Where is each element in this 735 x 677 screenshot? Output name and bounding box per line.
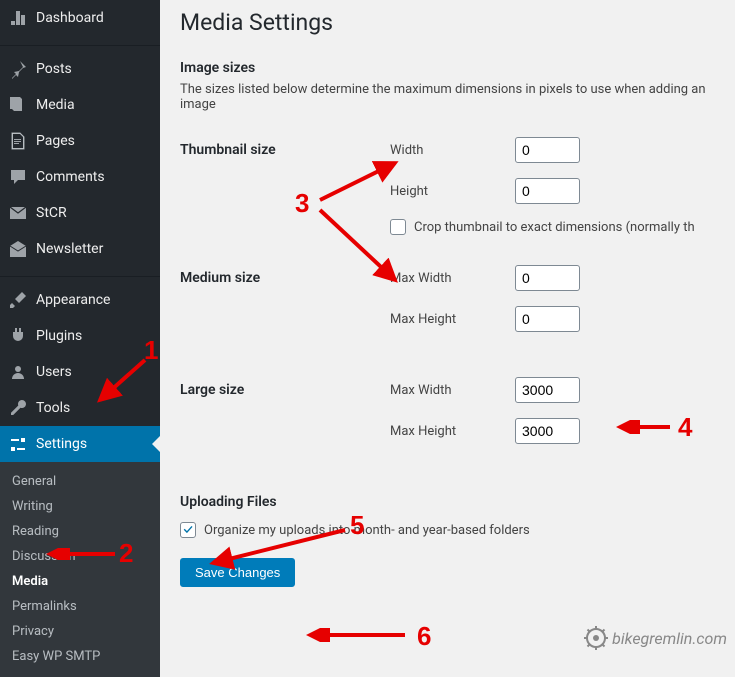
sidebar-item-posts[interactable]: Posts xyxy=(0,51,160,87)
users-icon xyxy=(8,362,28,382)
tools-icon xyxy=(8,398,28,418)
submenu-permalinks[interactable]: Permalinks xyxy=(0,594,160,619)
sidebar-item-label: Settings xyxy=(36,436,87,452)
organize-checkbox[interactable] xyxy=(180,522,196,538)
page-icon xyxy=(8,131,28,151)
sidebar-item-label: Plugins xyxy=(36,328,82,344)
large-maxh-label: Max Height xyxy=(390,424,515,439)
medium-maxw-label: Max Width xyxy=(390,271,515,286)
sidebar-item-label: Newsletter xyxy=(36,241,103,257)
plug-icon xyxy=(8,326,28,346)
medium-size-label: Medium size xyxy=(180,250,380,362)
settings-submenu: General Writing Reading Discussion Media… xyxy=(0,462,160,677)
image-sizes-desc: The sizes listed below determine the max… xyxy=(180,82,715,112)
submenu-privacy[interactable]: Privacy xyxy=(0,619,160,644)
dashboard-icon xyxy=(8,8,28,28)
thumbnail-height-input[interactable] xyxy=(515,178,580,204)
sidebar-item-users[interactable]: Users xyxy=(0,354,160,390)
sidebar-item-label: Appearance xyxy=(36,292,110,308)
sidebar-item-dashboard[interactable]: Dashboard xyxy=(0,0,160,36)
medium-maxw-input[interactable] xyxy=(515,265,580,291)
large-size-label: Large size xyxy=(180,362,380,474)
medium-maxh-label: Max Height xyxy=(390,312,515,327)
sidebar-item-label: Posts xyxy=(36,61,72,77)
submenu-discussion[interactable]: Discussion xyxy=(0,544,160,569)
sidebar-item-comments[interactable]: Comments xyxy=(0,159,160,195)
crop-checkbox-label: Crop thumbnail to exact dimensions (norm… xyxy=(414,220,695,235)
settings-form: Thumbnail size Width Height Crop thumbna… xyxy=(180,122,715,474)
sidebar-item-newsletter[interactable]: Newsletter xyxy=(0,231,160,267)
sidebar-item-settings[interactable]: Settings xyxy=(0,426,160,462)
image-sizes-heading: Image sizes xyxy=(180,60,715,76)
thumbnail-height-label: Height xyxy=(390,184,515,199)
large-maxw-label: Max Width xyxy=(390,383,515,398)
sidebar-item-appearance[interactable]: Appearance xyxy=(0,282,160,318)
save-changes-button[interactable]: Save Changes xyxy=(180,558,295,587)
thumbnail-width-input[interactable] xyxy=(515,137,580,163)
admin-sidebar: Dashboard Posts Media Pages Comments StC… xyxy=(0,0,160,658)
thumbnail-size-label: Thumbnail size xyxy=(180,122,380,250)
sidebar-item-label: Users xyxy=(36,364,72,380)
envelope-open-icon xyxy=(8,239,28,259)
sidebar-item-media[interactable]: Media xyxy=(0,87,160,123)
submenu-easy-wp-smtp[interactable]: Easy WP SMTP xyxy=(0,644,160,669)
email-icon xyxy=(8,203,28,223)
sidebar-item-tools[interactable]: Tools xyxy=(0,390,160,426)
submenu-media[interactable]: Media xyxy=(0,569,160,594)
sidebar-item-label: Media xyxy=(36,97,75,113)
large-maxw-input[interactable] xyxy=(515,377,580,403)
submenu-writing[interactable]: Writing xyxy=(0,494,160,519)
sidebar-item-label: Dashboard xyxy=(36,10,104,26)
sidebar-item-label: Tools xyxy=(36,400,70,416)
submenu-reading[interactable]: Reading xyxy=(0,519,160,544)
pin-icon xyxy=(8,59,28,79)
medium-maxh-input[interactable] xyxy=(515,306,580,332)
media-icon xyxy=(8,95,28,115)
sliders-icon xyxy=(8,434,28,454)
comment-icon xyxy=(8,167,28,187)
main-content: Media Settings Image sizes The sizes lis… xyxy=(160,0,735,658)
sidebar-item-stcr[interactable]: StCR xyxy=(0,195,160,231)
sidebar-item-label: StCR xyxy=(36,205,67,221)
submenu-general[interactable]: General xyxy=(0,469,160,494)
sidebar-item-label: Pages xyxy=(36,133,75,149)
sidebar-item-pages[interactable]: Pages xyxy=(0,123,160,159)
sidebar-item-label: Comments xyxy=(36,169,105,185)
large-maxh-input[interactable] xyxy=(515,418,580,444)
thumbnail-width-label: Width xyxy=(390,143,515,158)
organize-checkbox-label: Organize my uploads into month- and year… xyxy=(204,523,530,538)
page-title: Media Settings xyxy=(180,0,715,40)
crop-checkbox[interactable] xyxy=(390,219,406,235)
uploading-files-heading: Uploading Files xyxy=(180,494,715,510)
sidebar-item-plugins[interactable]: Plugins xyxy=(0,318,160,354)
brush-icon xyxy=(8,290,28,310)
